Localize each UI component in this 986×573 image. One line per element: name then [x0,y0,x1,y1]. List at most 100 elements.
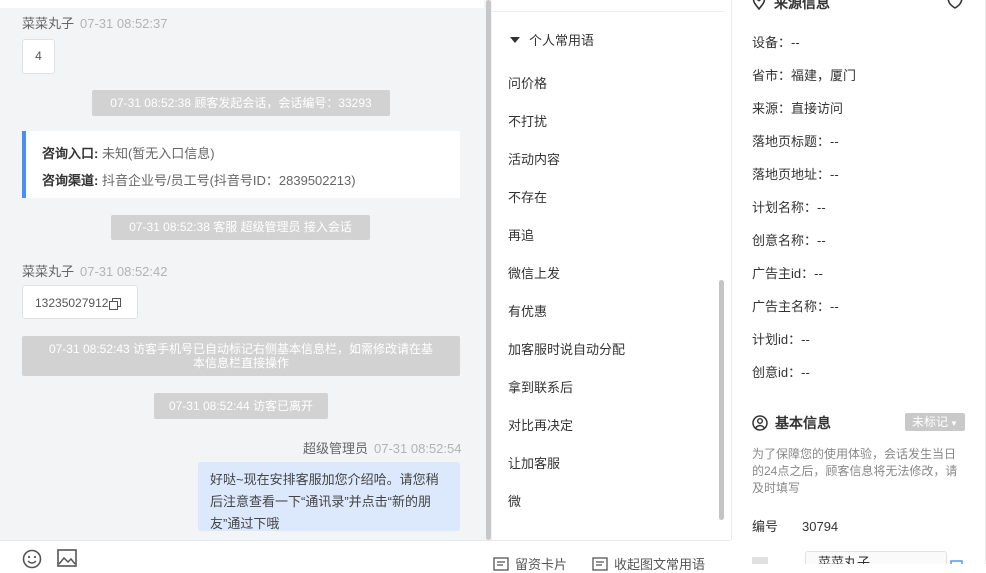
phrase-item[interactable]: 再追 [508,225,534,244]
info-value: -- [830,167,839,182]
source-info-header: 来源信息 [752,0,830,13]
chat-scrollbar[interactable] [486,0,491,540]
info-value: 福建，厦门 [791,68,857,83]
basic-info-header: 基本信息 [752,413,831,433]
user-circle-icon [752,415,768,431]
info-label: 创意id： [752,365,802,380]
info-label: 来源： [752,101,792,116]
visitor-phone-bubble[interactable]: 13235027912 [22,285,138,319]
info-row-plan-name: 计划名称：-- [752,197,826,216]
info-value: -- [814,266,823,281]
info-value: -- [791,35,800,50]
message-time: 07-31 08:52:54 [374,441,462,456]
message-text: 4 [35,49,42,63]
system-message-phone-marked: 07-31 08:52:43 访客手机号已自动标记右侧基本信息栏，如需修改请在基… [22,336,460,376]
info-label: 广告主名称： [752,299,831,314]
input-toolbar: 留资卡片 收起图文常用语 [0,540,730,572]
chat-panel: 菜菜丸子 07-31 08:52:37 4 07-31 08:52:38 顾客发起… [0,0,484,540]
info-row-landing-title: 落地页标题：-- [752,131,839,150]
visitor-name: 菜菜丸子 [22,264,75,279]
agent-message-line: 友”通过下哦 [210,516,280,531]
phrases-panel: 个人常用语 问价格 不打扰 活动内容 不存在 再追 微信上发 有优惠 加客服时说… [492,0,732,540]
info-label: 省市： [752,68,792,83]
phrases-scrollbar[interactable] [719,280,724,520]
agent-message-header: 超级管理员 07-31 08:52:54 [303,438,461,457]
info-value: -- [801,332,810,347]
collapse-phrases-label: 收起图文常用语 [614,557,706,572]
name-value: 菜菜丸子 [818,555,871,564]
info-row-id: 编号 30794 [752,516,838,535]
phrase-item[interactable]: 让加客服 [508,453,560,472]
name-input[interactable]: 菜菜丸子 [805,551,947,564]
system-message-line: 07-31 08:52:43 访客手机号已自动标记右侧基本信息栏，如需修改请在基 [48,342,434,356]
tag-dropdown[interactable]: 未标记 ▼ [905,413,965,431]
consult-entry-label: 咨询入口: [42,146,99,161]
customer-info-panel: 来源信息 设备：-- 省市：福建，厦门 来源：直接访问 落地页标题：-- 落地页… [733,0,986,564]
phrases-group-title: 个人常用语 [529,33,595,48]
document-icon [592,557,608,571]
consult-channel-label: 咨询渠道: [42,173,99,188]
emoji-icon[interactable] [22,549,42,572]
consult-info-card: 咨询入口: 未知(暂无入口信息) 咨询渠道: 抖音企业号/员工号(抖音号ID：2… [22,131,460,198]
agent-message-line: 好哒~现在安排客服加您介绍哈。请您稍 [210,472,439,487]
agent-name: 超级管理员 [303,441,369,456]
system-message-session-start: 07-31 08:52:38 顾客发起会话，会话编号：33293 [92,90,390,116]
info-row-creative-name: 创意名称：-- [752,230,826,249]
system-message-agent-join: 07-31 08:52:38 客服 超级管理员 接入会话 [111,215,370,240]
phrase-item[interactable]: 不打扰 [508,111,547,130]
info-label: 设备： [752,35,792,50]
visitor-message-header: 菜菜丸子 07-31 08:52:42 [22,261,167,280]
chat-top-divider [0,0,484,8]
copy-icon[interactable] [109,298,122,310]
info-row-landing-url: 落地页地址：-- [752,164,839,183]
visitor-message-bubble[interactable]: 4 [22,39,55,74]
visitor-message-header: 菜菜丸子 07-31 08:52:37 [22,13,167,32]
consult-entry-row: 咨询入口: 未知(暂无入口信息) [42,143,215,162]
image-icon[interactable] [57,549,77,570]
consult-channel-value: 抖音企业号/员工号(抖音号ID：2839502213) [101,173,356,188]
source-info-title: 来源信息 [774,0,830,11]
caret-down-icon: ▼ [950,419,958,428]
system-message-line: 本信息栏直接操作 [192,356,289,370]
caret-down-icon [510,37,520,43]
phrases-group-header[interactable]: 个人常用语 [509,30,594,49]
visitor-name: 菜菜丸子 [22,16,75,31]
id-value: 30794 [802,519,839,534]
info-value: -- [830,134,839,149]
info-label: 落地页地址： [752,167,831,182]
info-value: 直接访问 [791,101,844,116]
info-label: 落地页标题： [752,134,831,149]
message-time: 07-31 08:52:37 [80,16,168,31]
phrase-item[interactable]: 微信上发 [508,263,560,282]
phrase-item[interactable]: 微 [508,491,521,510]
phrase-item[interactable]: 问价格 [508,73,547,92]
info-value: -- [817,233,826,248]
phrase-item[interactable]: 对比再决定 [508,415,573,434]
phrase-item[interactable]: 加客服时说自动分配 [508,339,625,358]
field-label-placeholder [752,557,768,564]
agent-message-line: 后注意查看一下“通讯录”并点击“新的朋 [210,494,431,509]
consult-entry-value: 未知(暂无入口信息) [101,146,215,161]
info-row-region: 省市：福建，厦门 [752,65,856,84]
info-row-creative-id: 创意id：-- [752,362,810,381]
shield-icon[interactable] [946,0,964,12]
basic-info-title: 基本信息 [775,415,831,431]
info-row-source: 来源：直接访问 [752,98,843,117]
edit-icon[interactable] [950,558,964,564]
phrase-item[interactable]: 活动内容 [508,149,560,168]
info-value: -- [830,299,839,314]
phrase-item[interactable]: 有优惠 [508,301,547,320]
info-label: 创意名称： [752,233,818,248]
agent-message-bubble[interactable]: 好哒~现在安排客服加您介绍哈。请您稍 后注意查看一下“通讯录”并点击“新的朋 友… [198,462,460,531]
system-message-visitor-left: 07-31 08:52:44 访客已离开 [154,393,328,419]
card-icon [493,557,509,571]
phrase-item[interactable]: 拿到联系后 [508,377,573,396]
phrase-item[interactable]: 不存在 [508,187,547,206]
info-label: 广告主id： [752,266,815,281]
info-value: -- [817,200,826,215]
phrases-top-divider [492,11,724,12]
phone-number-text: 13235027912 [35,296,109,310]
info-label: 计划名称： [752,200,818,215]
info-row-advertiser-name: 广告主名称：-- [752,296,839,315]
info-row-advertiser-id: 广告主id：-- [752,263,823,282]
